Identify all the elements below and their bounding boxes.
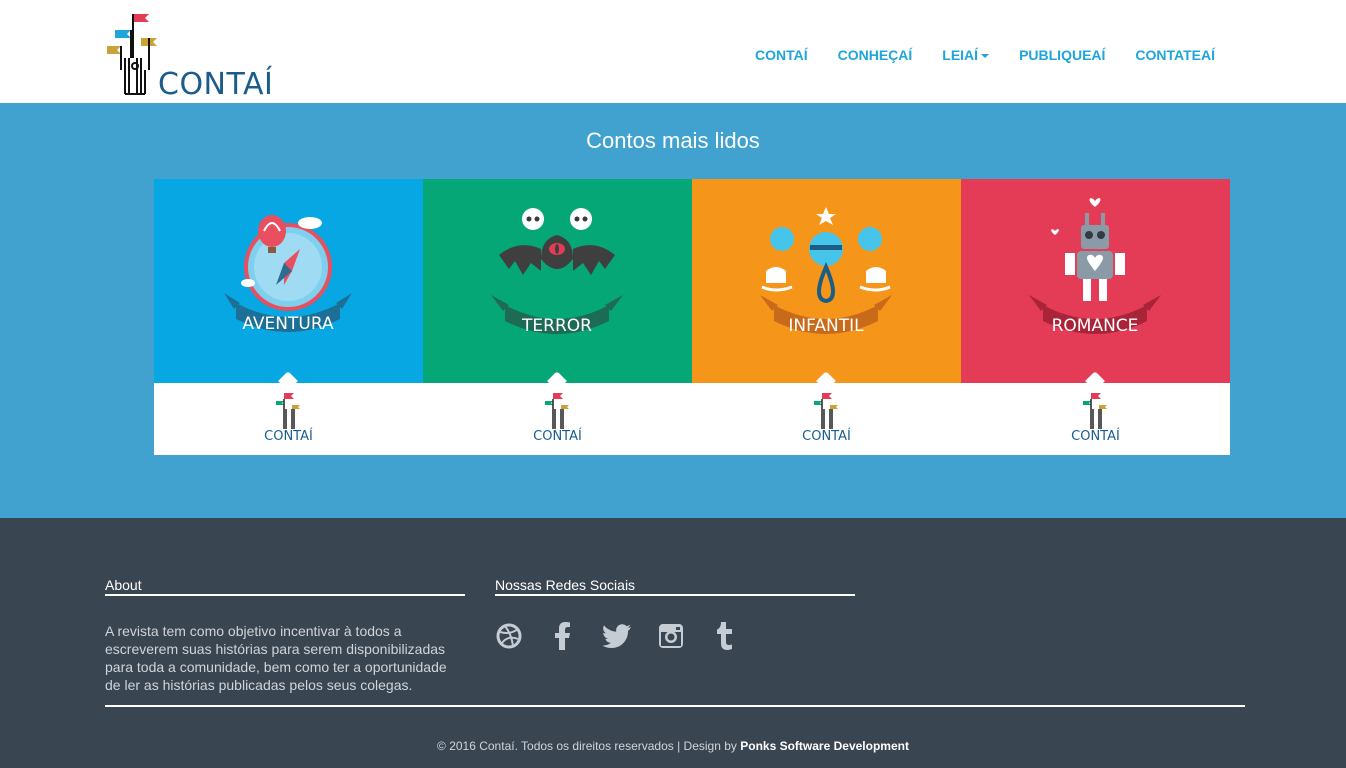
genre-label: AVENTURA (242, 314, 334, 334)
copyright: © 2016 Contaí. Todos os direitos reserva… (0, 739, 1346, 753)
caret-down-icon (981, 54, 990, 59)
robot-heart-icon: ROMANCE (1029, 198, 1161, 336)
card-brand-name: CONTAÍ (264, 429, 313, 444)
bat-skulls-icon: TERROR (491, 208, 623, 336)
copyright-text: © 2016 Contaí. Todos os direitos reserva… (437, 739, 741, 753)
nav-item-leiai-dropdown[interactable]: LEIAÍ (927, 46, 1004, 64)
nav-item-publiqueai[interactable]: PUBLIQUEAÍ (1004, 46, 1120, 64)
rattle-toys-icon: INFANTIL (760, 207, 892, 336)
nav-item-leiai-label: LEIAÍ (942, 47, 979, 63)
mini-brand-icon (276, 393, 300, 429)
navbar: CONTAÍ CONTAÍ CONHEÇAÍ LEIAÍ PUBLIQUEAÍ … (0, 0, 1346, 103)
card-footer: CONTAÍ (692, 383, 961, 455)
social-block: Nossas Redes Sociais (495, 576, 855, 650)
card-brand-name: CONTAÍ (1071, 429, 1120, 444)
genre-card-image: ROMANCE (961, 179, 1230, 383)
genre-card-image: TERROR (423, 179, 692, 383)
genre-label: TERROR (521, 316, 592, 336)
facebook-icon[interactable] (549, 622, 577, 650)
genre-card-terror[interactable]: TERROR CONTAÍ (423, 179, 692, 455)
tumblr-icon[interactable] (711, 622, 739, 650)
social-icons (495, 622, 855, 650)
site-footer: About A revista tem como objetivo incent… (0, 518, 1346, 768)
card-brand-name: CONTAÍ (802, 429, 851, 444)
nav-item-conhecai[interactable]: CONHEÇAÍ (823, 46, 928, 64)
genre-card-infantil[interactable]: INFANTIL CONTAÍ (692, 179, 961, 455)
about-text: A revista tem como objetivo incentivar à… (105, 623, 447, 693)
card-footer: CONTAÍ (961, 383, 1230, 455)
designer-link[interactable]: Ponks Software Development (740, 739, 909, 753)
genre-label: ROMANCE (1052, 316, 1139, 336)
brand-name: CONTAÍ (158, 67, 274, 102)
footer-divider (105, 705, 1245, 707)
mini-brand-icon (814, 393, 838, 429)
genre-card-image: AVENTURA (154, 179, 423, 383)
genre-card-image: INFANTIL (692, 179, 961, 383)
about-title: About (105, 576, 465, 596)
genre-cards: AVENTURA CONTAÍ TERROR CONTAÍ INFANTIL C… (154, 179, 1230, 455)
social-title: Nossas Redes Sociais (495, 576, 855, 596)
section-title: Contos mais lidos (586, 128, 760, 153)
nav-item-contai[interactable]: CONTAÍ (740, 46, 823, 64)
genre-label: INFANTIL (788, 316, 864, 336)
nav-item-contateai[interactable]: CONTATEAÍ (1120, 46, 1230, 64)
card-brand-name: CONTAÍ (533, 429, 582, 444)
card-footer: CONTAÍ (423, 383, 692, 455)
about-block: About A revista tem como objetivo incent… (105, 576, 465, 694)
most-read-section: Contos mais lidos AVENTURA CONTAÍ TERROR… (0, 103, 1346, 518)
instagram-icon[interactable] (657, 622, 685, 650)
brand-logo[interactable]: CONTAÍ (105, 8, 273, 102)
genre-card-romance[interactable]: ROMANCE CONTAÍ (961, 179, 1230, 455)
genre-card-aventura[interactable]: AVENTURA CONTAÍ (154, 179, 423, 455)
dribbble-icon[interactable] (495, 622, 523, 650)
compass-balloon-icon: AVENTURA (224, 215, 352, 334)
card-footer: CONTAÍ (154, 383, 423, 455)
mini-brand-icon (545, 393, 569, 429)
main-nav: CONTAÍ CONHEÇAÍ LEIAÍ PUBLIQUEAÍ CONTATE… (740, 46, 1230, 64)
twitter-icon[interactable] (603, 622, 631, 650)
mini-brand-icon (1083, 393, 1107, 429)
